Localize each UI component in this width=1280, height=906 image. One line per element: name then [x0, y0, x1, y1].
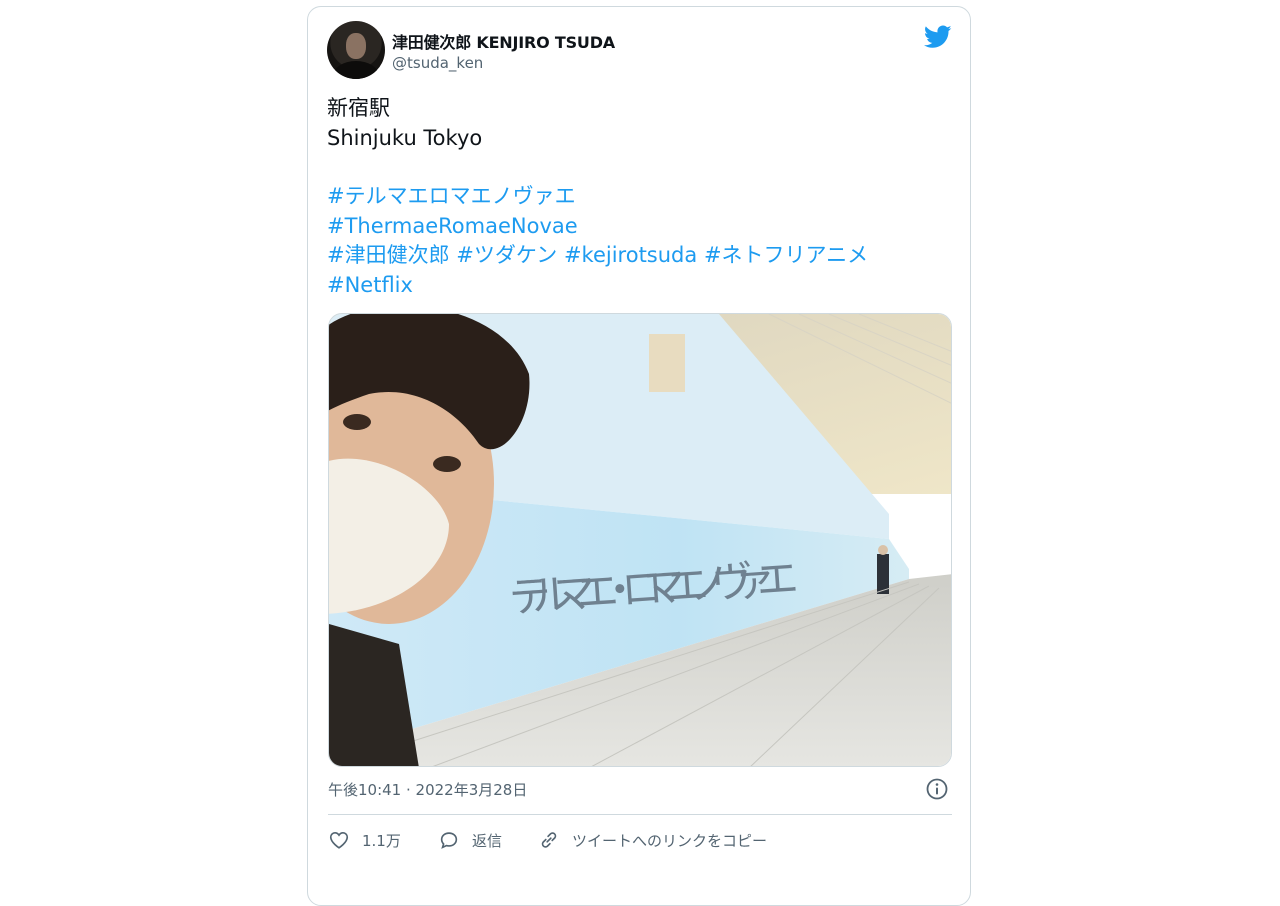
twitter-bird-icon[interactable] — [924, 25, 952, 49]
copy-link-label: ツイートへのリンクをコピー — [572, 831, 768, 850]
reply-bubble-icon — [440, 832, 458, 849]
hashtag-link[interactable]: #津田健次郎 — [327, 243, 450, 267]
photo-pillar — [649, 334, 685, 392]
hashtag-link[interactable]: #kejirotsuda — [564, 243, 697, 267]
reply-button[interactable]: 返信 — [438, 827, 502, 853]
link-icon — [541, 832, 557, 848]
photo-distant-person — [877, 545, 889, 594]
author-display-name[interactable]: 津田健次郎 KENJIRO TSUDA — [392, 29, 615, 53]
reply-label: 返信 — [472, 831, 503, 850]
hashtag-link[interactable]: #ツダケン — [456, 243, 557, 267]
hashtag-link[interactable]: #テルマエロマエノヴァエ — [327, 184, 576, 208]
tweet-card: 津田健次郎 KENJIRO TSUDA @tsuda_ken 新宿駅 Shinj… — [307, 6, 971, 906]
copy-link-button[interactable]: ツイートへのリンクをコピー — [538, 827, 767, 853]
tweet-photo[interactable]: テルマエ・ロマエノヴァエ — [328, 313, 952, 767]
hashtag-link[interactable]: #ThermaeRomaeNovae — [327, 214, 578, 238]
author-handle[interactable]: @tsuda_ken — [392, 54, 483, 72]
user-avatar[interactable] — [327, 21, 385, 79]
tweet-line-location-en: Shinjuku Tokyo — [327, 125, 483, 150]
avatar-body — [333, 61, 379, 79]
hashtag-link[interactable]: #Netflix — [327, 273, 413, 297]
heart-icon — [329, 832, 349, 849]
info-icon[interactable] — [925, 777, 949, 801]
tweet-text: 新宿駅 Shinjuku Tokyo #テルマエロマエノヴァエ #Thermae… — [327, 94, 868, 300]
like-button[interactable]: 1.1万 — [328, 827, 401, 853]
actions-divider — [328, 814, 952, 815]
tweet-line-location: 新宿駅 — [327, 96, 390, 120]
hashtag-link[interactable]: #ネトフリアニメ — [704, 243, 868, 267]
avatar-face — [346, 33, 366, 59]
tweet-timestamp[interactable]: 午後10:41 · 2022年3月28日 — [328, 779, 527, 800]
like-count: 1.1万 — [362, 831, 401, 850]
